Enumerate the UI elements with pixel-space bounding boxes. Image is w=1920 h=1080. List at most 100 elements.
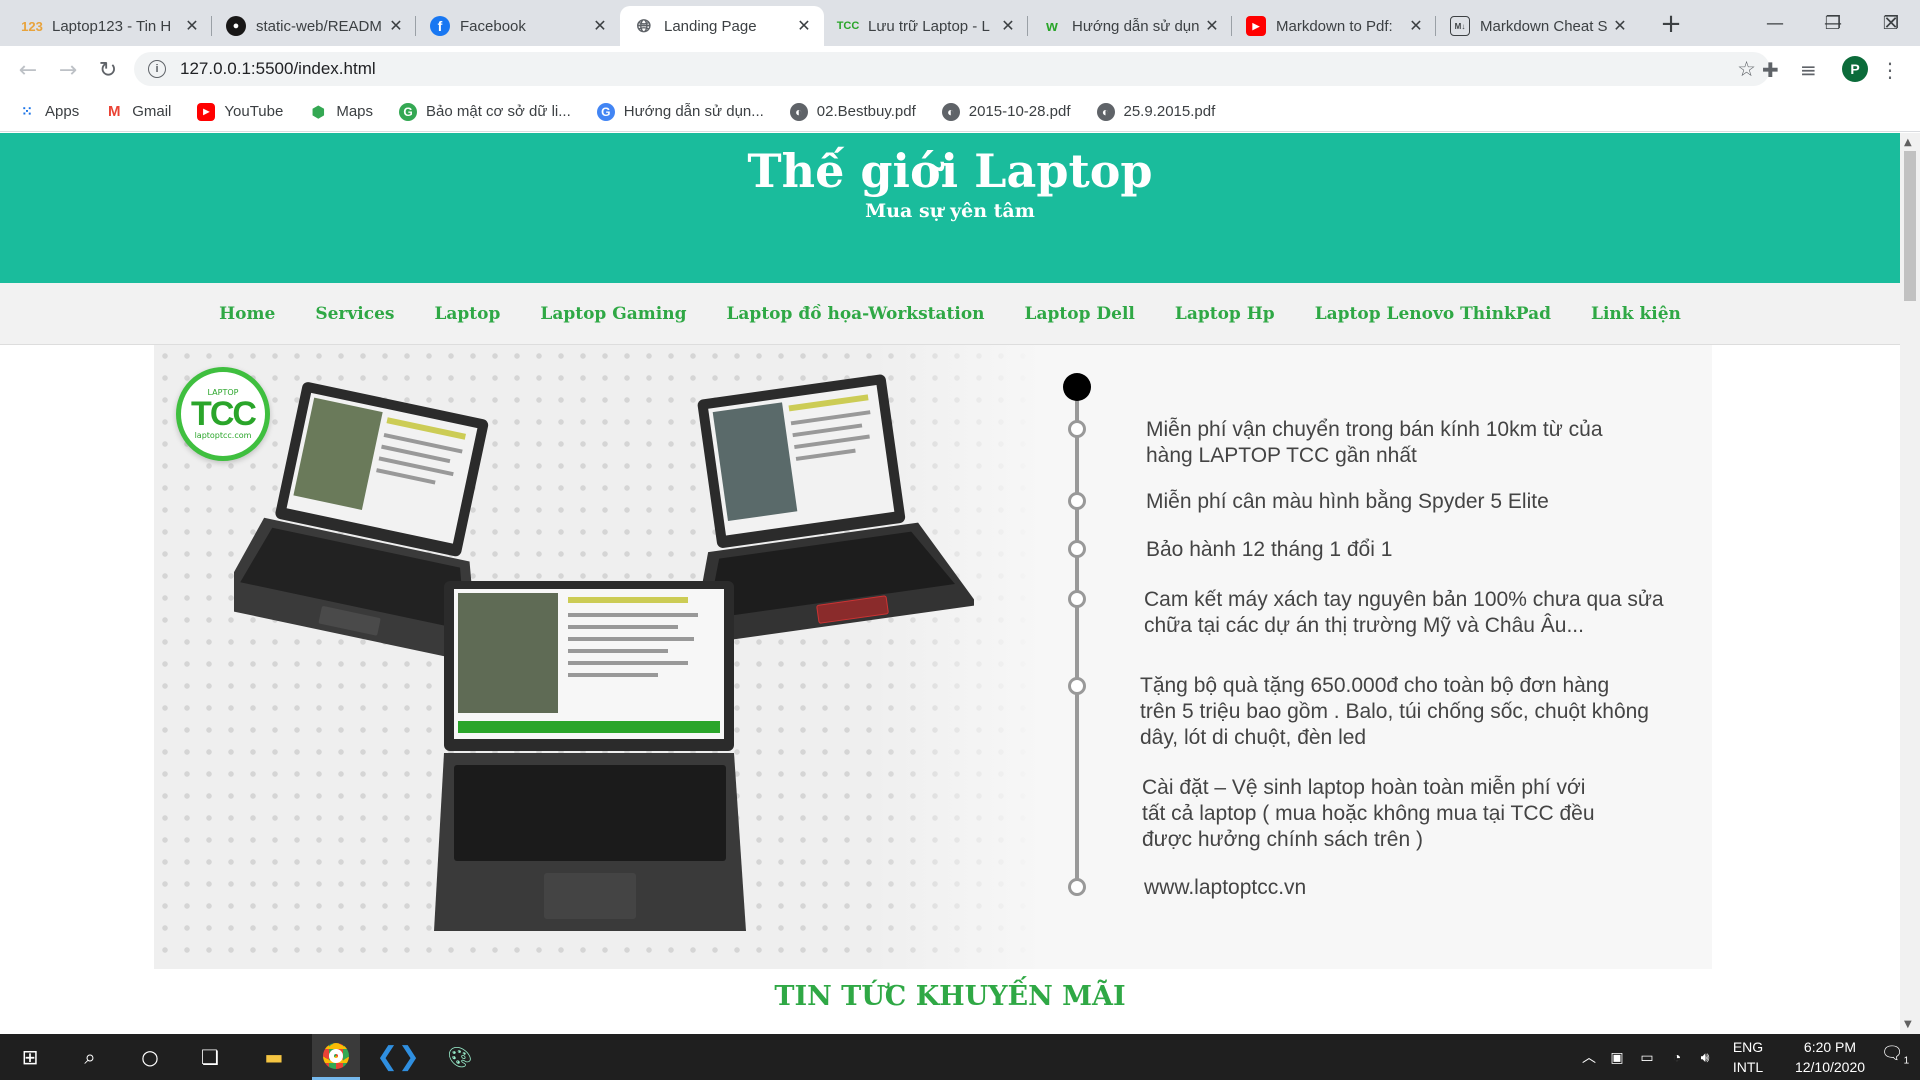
tab-title: static-web/READM — [256, 17, 382, 35]
tab-markdown-cheat[interactable]: M↓ Markdown Cheat S ✕ — [1436, 6, 1640, 46]
tab-title: Markdown Cheat S — [1480, 17, 1608, 35]
chrome-icon[interactable] — [312, 1034, 360, 1080]
tab-title: Facebook — [460, 17, 526, 35]
battery-icon[interactable]: ▭ — [1634, 1034, 1660, 1080]
close-tab-icon[interactable]: ✕ — [998, 16, 1018, 36]
feature-free-shipping: Miễn phí vận chuyển trong bán kính 10km … — [1146, 418, 1603, 467]
close-window-button[interactable]: ✕ — [1862, 0, 1920, 46]
extensions-puzzle-icon[interactable]: ✚ — [1762, 58, 1779, 82]
markdown-icon: M↓ — [1450, 16, 1470, 36]
close-tab-icon[interactable]: ✕ — [590, 16, 610, 36]
nav-laptop-dell[interactable]: Laptop Dell — [1025, 304, 1135, 324]
bookmark-bao-mat[interactable]: G Bảo mật cơ sở dữ li... — [399, 102, 571, 121]
timeline-dot — [1068, 540, 1086, 558]
nav-laptop-workstation[interactable]: Laptop đồ họa-Workstation — [726, 304, 984, 324]
language-indicator[interactable]: ENG INTL — [1722, 1034, 1774, 1080]
nav-laptop-gaming[interactable]: Laptop Gaming — [540, 304, 686, 324]
tab-github[interactable]: ● static-web/READM ✕ — [212, 6, 416, 46]
tab-landing-page[interactable]: 🌐︎ Landing Page ✕ — [620, 6, 824, 46]
forward-arrow-icon[interactable]: → — [54, 56, 82, 84]
more-menu-icon[interactable]: ⋮ — [1880, 58, 1900, 82]
profile-avatar[interactable]: P — [1842, 56, 1868, 82]
tab-markdown-to-pdf[interactable]: ▶ Markdown to Pdf: ✕ — [1232, 6, 1436, 46]
web-page: Thế giới Laptop Mua sự yên tâm Home Serv… — [0, 133, 1900, 1034]
show-hidden-icons-icon[interactable]: ︿ — [1576, 1034, 1602, 1080]
clock[interactable]: 6:20 PM 12/10/2020 — [1780, 1034, 1880, 1080]
scroll-down-icon[interactable]: ▼ — [1904, 1019, 1912, 1030]
address-bar[interactable]: i 127.0.0.1:5500/index.html ☆ — [134, 52, 1770, 86]
tab-laptop123[interactable]: 123 Laptop123 - Tin H ✕ — [8, 6, 212, 46]
nav-services[interactable]: Services — [315, 304, 394, 324]
bookmark-huong-dan[interactable]: G Hướng dẫn sử dụn... — [596, 102, 764, 121]
bookmark-2015-10-28[interactable]: ◐ 2015-10-28.pdf — [941, 102, 1071, 121]
blue-g-icon: G — [596, 102, 615, 121]
nav-link-kien[interactable]: Link kiện — [1591, 304, 1681, 324]
section-title-promo-news: TIN TỨC KHUYẾN MÃI — [774, 981, 1126, 1012]
close-tab-icon[interactable]: ✕ — [386, 16, 406, 36]
page-scrollbar[interactable]: ▲ ▼ — [1900, 133, 1920, 1034]
bookmark-gmail[interactable]: M Gmail — [105, 103, 171, 121]
apps-grid-icon: ⁙ — [21, 103, 33, 119]
close-tab-icon[interactable]: ✕ — [182, 16, 202, 36]
globe-icon: ◐ — [941, 102, 960, 121]
github-icon: ● — [226, 16, 246, 36]
file-explorer-icon[interactable]: ▬ — [250, 1034, 298, 1080]
tab-title: Laptop123 - Tin H — [52, 17, 172, 35]
cortana-circle-icon[interactable]: ○ — [126, 1034, 174, 1080]
reload-icon[interactable]: ↻ — [94, 56, 122, 84]
bookmark-apps[interactable]: ⁙ Apps — [18, 103, 79, 121]
site-subtitle: Mua sự yên tâm — [865, 200, 1035, 222]
info-icon[interactable]: i — [148, 60, 166, 78]
feature-color-calibration: Miễn phí cân màu hình bằng Spyder 5 Elit… — [1146, 490, 1549, 513]
minimize-window-button[interactable]: — — [1746, 0, 1804, 46]
paint-icon[interactable]: 🎨︎ — [436, 1034, 484, 1080]
restore-window-button[interactable]: ❐ — [1804, 0, 1862, 46]
windows-start-icon[interactable]: ⊞ — [6, 1034, 54, 1080]
scrollbar-thumb[interactable] — [1904, 151, 1916, 301]
wifi-icon[interactable]: ◔ — [1664, 1034, 1690, 1080]
close-tab-icon[interactable]: ✕ — [794, 16, 814, 36]
nav-laptop-hp[interactable]: Laptop Hp — [1175, 304, 1275, 324]
close-tab-icon[interactable]: ✕ — [1610, 16, 1630, 36]
back-arrow-icon[interactable]: ← — [14, 56, 42, 84]
youtube-icon: ▶ — [1246, 16, 1266, 36]
volume-icon[interactable]: 🔊︎ — [1692, 1034, 1718, 1080]
timeline-dot — [1068, 492, 1086, 510]
search-icon[interactable]: ⌕ — [66, 1034, 114, 1080]
scroll-up-icon[interactable]: ▲ — [1904, 137, 1912, 148]
task-view-icon[interactable]: ❏ — [186, 1034, 234, 1080]
tab-title: Landing Page — [664, 17, 757, 35]
laptop123-icon: 123 — [21, 18, 43, 34]
close-tab-icon[interactable]: ✕ — [1406, 16, 1426, 36]
timeline-start-dot — [1063, 373, 1091, 401]
bookmark-bestbuy[interactable]: ◐ 02.Bestbuy.pdf — [789, 102, 916, 121]
tcc-icon: TCC — [836, 20, 860, 32]
nav-laptop[interactable]: Laptop — [434, 304, 500, 324]
youtube-icon: ▶ — [197, 102, 216, 121]
media-queue-icon[interactable]: ≡ — [1800, 58, 1817, 82]
timeline-dot — [1068, 590, 1086, 608]
tab-luu-tru-laptop[interactable]: TCC Lưu trữ Laptop - L ✕ — [824, 6, 1028, 46]
new-tab-button[interactable]: + — [1656, 11, 1686, 37]
nav-home[interactable]: Home — [219, 304, 275, 324]
windows-taskbar: ⊞ ⌕ ○ ❏ ▬ ❮❯ 🎨︎ ︿ ▣ ▭ ◔ 🔊︎ ENG INTL 6:20… — [0, 1034, 1920, 1080]
bookmark-maps[interactable]: ⬢ Maps — [309, 103, 373, 121]
close-tab-icon[interactable]: ✕ — [1202, 16, 1222, 36]
feature-gift-bundle: Tặng bộ quà tặng 650.000đ cho toàn bộ đơ… — [1140, 674, 1649, 749]
feature-warranty: Bảo hành 12 tháng 1 đổi 1 — [1146, 538, 1393, 561]
bookmark-25-9-2015[interactable]: ◐ 25.9.2015.pdf — [1096, 102, 1215, 121]
bookmark-youtube[interactable]: ▶ YouTube — [197, 102, 283, 121]
network-status-icon[interactable]: ▣ — [1604, 1034, 1630, 1080]
laptop-center-image — [434, 581, 746, 931]
site-nav: Home Services Laptop Laptop Gaming Lapto… — [0, 283, 1900, 345]
tab-facebook[interactable]: f Facebook ✕ — [416, 6, 620, 46]
tab-huong-dan[interactable]: w Hướng dẫn sử dụn ✕ — [1028, 6, 1232, 46]
url-text: 127.0.0.1:5500/index.html — [180, 59, 376, 78]
website-url[interactable]: www.laptoptcc.vn — [1144, 875, 1544, 901]
site-header: Thế giới Laptop Mua sự yên tâm — [0, 133, 1900, 283]
bookmark-star-icon[interactable]: ☆ — [1737, 57, 1756, 82]
nav-laptop-lenovo[interactable]: Laptop Lenovo ThinkPad — [1315, 304, 1551, 324]
vscode-icon[interactable]: ❮❯ — [374, 1034, 422, 1080]
notification-center-icon[interactable]: 🗨︎1 — [1872, 1034, 1918, 1080]
feature-original-commitment: Cam kết máy xách tay nguyên bản 100% chư… — [1144, 588, 1664, 637]
